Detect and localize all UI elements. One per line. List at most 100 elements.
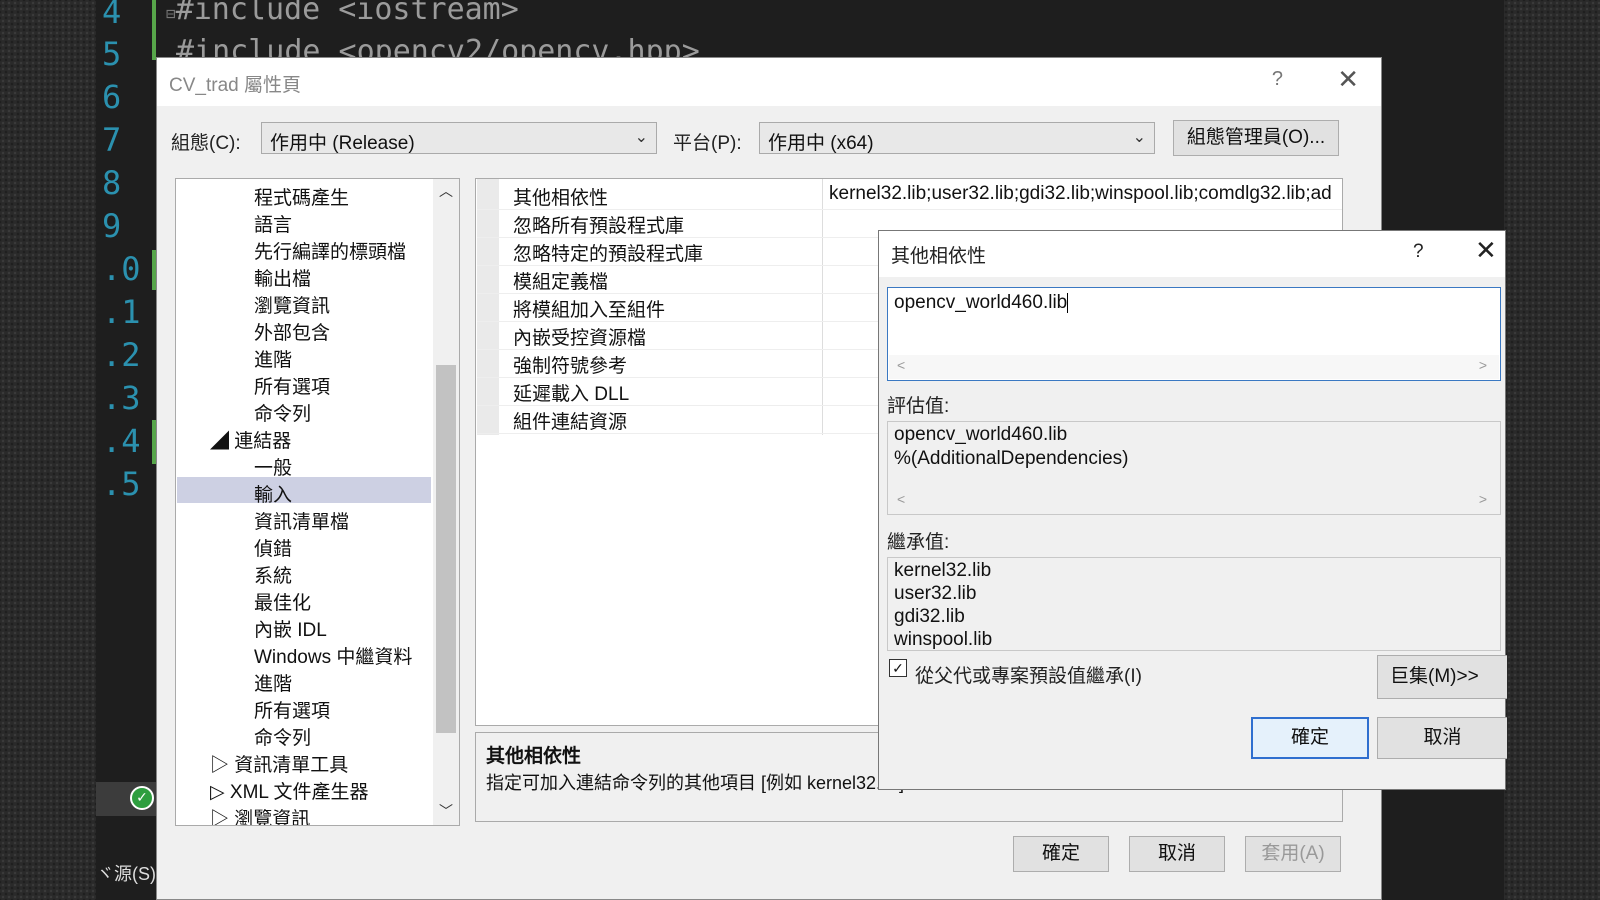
evaluated-line: opencv_world460.lib — [894, 424, 1068, 445]
help-icon[interactable]: ? — [1272, 68, 1283, 91]
tree-item[interactable]: 系統 — [254, 561, 292, 588]
tree-item[interactable]: 輸出檔 — [254, 264, 311, 291]
tree-item[interactable]: 內嵌 IDL — [254, 615, 327, 642]
inherit-checkbox-label[interactable]: 從父代或專案預設值繼承(I) — [915, 661, 1142, 688]
property-tree: 程式碼產生 語言 先行編譯的標頭檔 輸出檔 瀏覽資訊 外部包含 進階 所有選項 … — [175, 178, 460, 826]
inherit-checkbox[interactable]: ✓ — [889, 659, 907, 677]
platform-select-value: 作用中 (x64) — [768, 133, 874, 154]
close-icon[interactable]: ✕ — [1337, 64, 1359, 95]
line-number: 7 — [102, 121, 122, 159]
chevron-down-icon: ⌄ — [634, 129, 648, 146]
platform-select[interactable]: 作用中 (x64) ⌄ — [759, 122, 1155, 154]
tree-item[interactable]: 所有選項 — [254, 696, 330, 723]
subdialog-titlebar: 其他相依性 ? ✕ — [879, 231, 1505, 277]
platform-label: 平台(P): — [673, 133, 742, 154]
line-number: 9 — [102, 207, 122, 245]
evaluated-line: %(AdditionalDependencies) — [894, 448, 1129, 469]
chevron-down-icon[interactable]: ﹀ — [439, 801, 453, 821]
dependencies-text: opencv_world460.lib — [894, 292, 1068, 313]
property-name: 忽略特定的預設程式庫 — [513, 244, 704, 265]
property-value: kernel32.lib;user32.lib;gdi32.lib;winspo… — [829, 183, 1332, 204]
cancel-button[interactable]: 取消 — [1129, 836, 1225, 872]
tree-item[interactable]: Windows 中繼資料 — [254, 642, 412, 669]
tree-item[interactable]: ▷ 瀏覽資訊 — [210, 804, 310, 825]
inherited-label: 繼承值: — [887, 532, 950, 553]
chevron-right-icon[interactable]: > — [1479, 357, 1487, 373]
config-select[interactable]: 作用中 (Release) ⌄ — [261, 122, 657, 154]
tree-item-input-selected[interactable]: 輸入 — [254, 480, 292, 507]
property-row[interactable]: 其他相依性 kernel32.lib;user32.lib;gdi32.lib;w… — [477, 181, 1342, 210]
tree-item[interactable]: ▷ XML 文件產生器 — [210, 777, 369, 804]
tree-item[interactable]: 語言 — [254, 210, 292, 237]
inherited-line: user32.lib — [894, 583, 977, 604]
tree-item[interactable]: 外部包含 — [254, 318, 330, 345]
description-title: 其他相依性 — [486, 746, 582, 767]
dependencies-textbox[interactable]: opencv_world460.lib < > — [887, 287, 1501, 381]
tree-item[interactable]: 程式碼產生 — [254, 183, 349, 210]
line-number: 8 — [102, 164, 122, 202]
dialog-title: CV_trad 屬性頁 — [169, 75, 301, 96]
tree-item[interactable]: ▷ 資訊清單工具 — [210, 750, 348, 777]
close-icon[interactable]: ✕ — [1475, 235, 1497, 266]
property-name: 其他相依性 — [513, 188, 609, 209]
check-circle-icon: ✓ — [130, 786, 154, 810]
line-number: .5 — [102, 465, 141, 503]
change-marker — [152, 0, 156, 60]
property-name: 延遲載入 DLL — [513, 384, 630, 405]
property-name: 內嵌受控資源檔 — [513, 328, 647, 349]
tree-item[interactable]: 資訊清單檔 — [254, 507, 349, 534]
line-number: 4 — [102, 0, 122, 31]
property-name: 強制符號參考 — [513, 356, 628, 377]
subdialog-title: 其他相依性 — [891, 246, 987, 267]
chevron-up-icon[interactable]: ︿ — [439, 181, 453, 201]
line-number: .4 — [102, 422, 141, 460]
tree-item[interactable]: 一般 — [254, 453, 292, 480]
line-number-gutter: 4 5 6 7 8 9 .0 .1 .2 .3 .4 .5 — [96, 0, 154, 900]
tree-item[interactable]: 先行編譯的標頭檔 — [254, 237, 406, 264]
description-body: 指定可加入連結命令列的其他項目 [例如 kernel32.lib] 。 — [486, 773, 928, 793]
tree-item[interactable]: 進階 — [254, 345, 292, 372]
tree-item[interactable]: 命令列 — [254, 399, 311, 426]
chevron-left-icon[interactable]: < — [897, 491, 905, 507]
property-name: 將模組加入至組件 — [513, 300, 666, 321]
text-caret — [1067, 292, 1069, 313]
evaluated-value-box: opencv_world460.lib %(AdditionalDependen… — [887, 421, 1501, 515]
inherited-line: winspool.lib — [894, 629, 993, 650]
config-manager-button[interactable]: 組態管理員(O)... — [1173, 120, 1339, 156]
horizontal-scrollbar[interactable]: < > — [889, 355, 1499, 379]
ok-button[interactable]: 確定 — [1013, 836, 1109, 872]
scrollbar-thumb[interactable] — [436, 365, 456, 733]
chevron-left-icon[interactable]: < — [897, 357, 905, 373]
line-number: .2 — [102, 336, 141, 374]
apply-button[interactable]: 套用(A) — [1245, 836, 1341, 872]
help-icon[interactable]: ? — [1413, 241, 1424, 263]
line-number: .3 — [102, 379, 141, 417]
tree-item[interactable]: 偵錯 — [254, 534, 292, 561]
config-label: 組態(C): — [171, 133, 241, 154]
source-label: ヾ源(S): — [96, 864, 161, 884]
inherited-line: gdi32.lib — [894, 606, 965, 627]
property-name: 模組定義檔 — [513, 272, 609, 293]
property-name: 組件連結資源 — [513, 412, 628, 433]
chevron-right-icon[interactable]: > — [1479, 491, 1487, 507]
line-number: 6 — [102, 78, 122, 116]
subdialog-ok-button[interactable]: 確定 — [1251, 717, 1369, 759]
tree-item[interactable]: 瀏覽資訊 — [254, 291, 330, 318]
tree-scrollbar[interactable]: ︿ ﹀ — [433, 179, 459, 825]
code-line[interactable]: ⊟#include <iostream> — [166, 0, 519, 27]
horizontal-scrollbar[interactable]: < > — [889, 489, 1499, 513]
tree-item[interactable]: 進階 — [254, 669, 292, 696]
tree-item[interactable]: 命令列 — [254, 723, 311, 750]
chevron-down-icon: ⌄ — [1132, 129, 1146, 146]
tree-item[interactable]: 最佳化 — [254, 588, 311, 615]
tree-item-linker[interactable]: ◢ 連結器 — [210, 426, 291, 453]
inherited-value-box: kernel32.lib user32.lib gdi32.lib winspo… — [887, 557, 1501, 651]
subdialog-cancel-button[interactable]: 取消 — [1377, 717, 1507, 759]
config-select-value: 作用中 (Release) — [270, 133, 415, 154]
evaluated-label: 評估值: — [887, 396, 950, 417]
inherited-line: kernel32.lib — [894, 560, 992, 581]
property-name: 忽略所有預設程式庫 — [513, 216, 685, 237]
line-number: 5 — [102, 35, 122, 73]
macros-button[interactable]: 巨集(M)>> — [1377, 655, 1507, 699]
tree-item[interactable]: 所有選項 — [254, 372, 330, 399]
